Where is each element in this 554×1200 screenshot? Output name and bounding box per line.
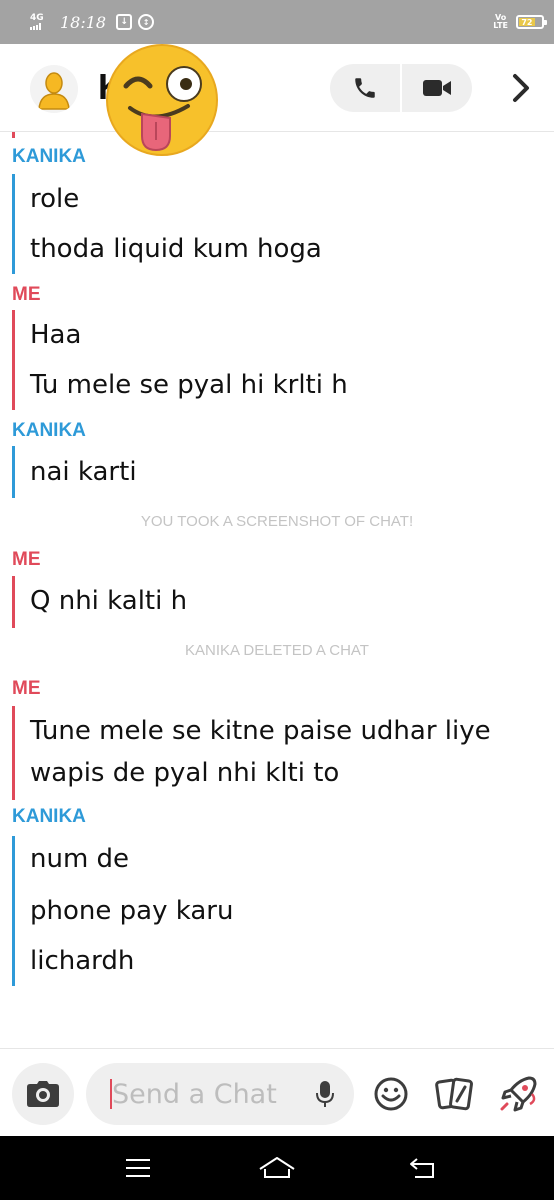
sender-label-me: ME [12,678,41,699]
chat-message[interactable]: Q nhi kalti h [30,586,187,616]
chat-thread[interactable]: KANIKA role thoda liquid kum hoga ME Haa… [0,132,554,1048]
chat-message[interactable]: phone pay karu [30,896,233,926]
message-bar-me [12,132,15,138]
camera-button[interactable] [12,1063,74,1125]
sticker-cards-icon[interactable] [430,1069,480,1119]
network-indicator: 4G [30,14,52,30]
chat-input-container[interactable] [86,1063,354,1125]
system-notice-screenshot: YOU TOOK A SCREENSHOT OF CHAT! [140,513,414,530]
sender-label-kanika: KANIKA [12,420,86,441]
message-bar-kanika [12,174,15,274]
video-icon [422,80,451,96]
system-notice-deleted: KANIKA DELETED A CHAT [185,642,369,659]
avatar-icon[interactable] [30,65,78,113]
chat-message[interactable]: Tune mele se kitne paise udhar liye [30,716,491,746]
winking-tongue-emoji [104,42,220,158]
chat-message[interactable]: role [30,184,79,214]
mic-icon[interactable] [310,1079,340,1109]
message-bar-kanika [12,446,15,498]
battery-icon: 72 [516,15,547,29]
message-bar-me [12,706,15,800]
message-bar-me [12,310,15,410]
chat-message[interactable]: lichardh [30,946,134,976]
chat-message[interactable]: thoda liquid kum hoga [30,234,322,264]
sender-label-kanika: KANIKA [12,146,86,167]
message-bar-kanika [12,836,15,986]
back-icon[interactable] [392,1148,452,1188]
sender-label-me: ME [12,284,41,305]
chat-composer [0,1048,554,1136]
chat-message[interactable]: Haa [30,320,81,350]
menu-icon[interactable] [108,1148,168,1188]
camera-icon [27,1081,59,1107]
network-label: 4G [30,13,44,23]
video-call-button[interactable] [402,64,472,112]
chevron-right-icon[interactable] [506,70,536,106]
phone-call-button[interactable] [330,64,400,112]
download-icon: ↓ [116,14,133,30]
chat-header: K [0,44,554,132]
chat-input[interactable] [112,1071,302,1117]
rocket-icon[interactable] [494,1069,544,1119]
smiley-icon[interactable] [366,1069,416,1119]
volte-icon: Vo LTE [493,13,508,30]
data-saver-icon: ↕ [138,14,155,30]
status-bar: 4G 18:18 ↓ ↕ Vo LTE 72 [0,0,554,44]
sender-label-me: ME [12,549,41,570]
system-nav-bar [0,1136,554,1200]
chat-message[interactable]: Tu mele se pyal hi krlti h [30,370,348,400]
phone-icon [355,78,375,98]
battery-level: 72 [519,18,535,27]
call-button-group [330,64,472,112]
message-bar-me [12,576,15,628]
status-time: 18:18 [60,12,107,32]
chat-message[interactable]: nai karti [30,457,137,487]
chat-message[interactable]: num de [30,844,129,874]
sender-label-kanika: KANIKA [12,806,86,827]
chat-message[interactable]: wapis de pyal nhi klti to [30,758,339,788]
home-icon[interactable] [247,1148,307,1188]
